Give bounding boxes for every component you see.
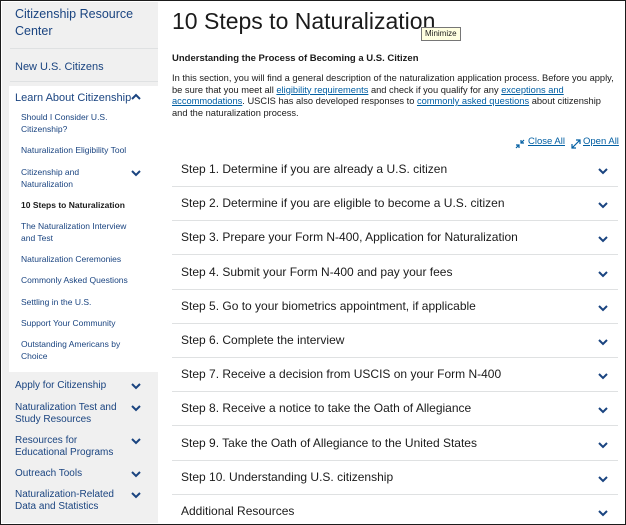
chevron-up-icon[interactable] xyxy=(130,92,142,102)
page-title: 10 Steps to Naturalization xyxy=(172,8,436,34)
sidebar-subitem-settling-in-us[interactable]: Settling in the U.S. xyxy=(21,297,129,309)
sidebar-item-test-study-resources[interactable]: Naturalization Test and Study Resources xyxy=(15,402,127,426)
accordion-item-label: Step 10. Understanding U.S. citizenship xyxy=(181,469,394,484)
sidebar-item-outreach-tools[interactable]: Outreach Tools xyxy=(15,468,127,480)
accordion-item-label: Additional Resources xyxy=(181,504,295,518)
chevron-down-icon[interactable] xyxy=(130,490,142,500)
accordion-item-8[interactable]: Step 8. Receive a notice to take the Oat… xyxy=(172,392,618,427)
accordion-item-label: Step 5. Go to your biometrics appointmen… xyxy=(181,298,476,313)
accordion-item-label: Step 1. Determine if you are already a U… xyxy=(181,162,448,176)
chevron-down-icon[interactable] xyxy=(597,368,609,380)
tooltip: Minimize xyxy=(421,27,461,41)
sidebar-subitem-interview-and-test[interactable]: The Naturalization Interview and Test xyxy=(21,221,129,244)
accordion-item-label: Step 2. Determine if you are eligible to… xyxy=(181,196,505,211)
chevron-down-icon[interactable] xyxy=(597,163,609,175)
browser-frame: Citizenship Resource Center New U.S. Cit… xyxy=(0,0,626,525)
chevron-down-icon[interactable] xyxy=(130,436,142,446)
accordion-item-label: Step 4. Submit your Form N-400 and pay y… xyxy=(181,264,453,279)
accordion-item-label: Step 9. Take the Oath of Allegiance to t… xyxy=(181,435,477,450)
chevron-down-icon[interactable] xyxy=(597,266,609,278)
chevron-down-icon[interactable] xyxy=(130,469,142,479)
intro-paragraph: In this section, you will find a general… xyxy=(172,73,618,119)
sidebar-item-new-citizens[interactable]: New U.S. Citizens xyxy=(15,60,104,74)
chevron-down-icon[interactable] xyxy=(130,168,142,178)
accordion-item-4[interactable]: Step 4. Submit your Form N-400 and pay y… xyxy=(172,256,618,290)
collapse-icon[interactable] xyxy=(515,136,525,149)
sidebar-title[interactable]: Citizenship Resource Center xyxy=(15,6,135,40)
sidebar-subitem-should-i-consider[interactable]: Should I Consider U.S. Citizenship? xyxy=(21,112,129,135)
section-subtitle: Understanding the Process of Becoming a … xyxy=(172,53,419,64)
accordion-item-2[interactable]: Step 2. Determine if you are eligible to… xyxy=(172,187,618,222)
sidebar-subitem-support-community[interactable]: Support Your Community xyxy=(21,318,129,330)
chevron-down-icon[interactable] xyxy=(130,403,142,413)
accordion-item-3[interactable]: Step 3. Prepare your Form N-400, Applica… xyxy=(172,221,618,256)
accordion-item-5[interactable]: Step 5. Go to your biometrics appointmen… xyxy=(172,290,618,324)
sidebar-item-educational-programs[interactable]: Resources for Educational Programs xyxy=(15,435,127,459)
sidebar-subitem-10-steps[interactable]: 10 Steps to Naturalization xyxy=(21,200,129,212)
accordion-item-11[interactable]: Additional Resources xyxy=(172,495,618,524)
sidebar-subitem-ceremonies[interactable]: Naturalization Ceremonies xyxy=(21,254,129,266)
eligibility-requirements-link[interactable]: eligibility requirements xyxy=(276,85,368,95)
sidebar-subitem-eligibility-tool[interactable]: Naturalization Eligibility Tool xyxy=(21,145,129,157)
close-all-button[interactable]: Close All xyxy=(528,136,565,148)
accordion-item-label: Step 3. Prepare your Form N-400, Applica… xyxy=(181,230,518,245)
sidebar-nav: Citizenship Resource Center New U.S. Cit… xyxy=(2,2,158,523)
divider xyxy=(10,48,158,49)
accordion-item-7[interactable]: Step 7. Receive a decision from USCIS on… xyxy=(172,358,618,393)
sidebar-item-data-statistics[interactable]: Naturalization-Related Data and Statisti… xyxy=(15,489,127,513)
accordion-item-6[interactable]: Step 6. Complete the interview xyxy=(172,324,618,358)
chevron-down-icon[interactable] xyxy=(597,402,609,414)
chevron-down-icon[interactable] xyxy=(597,334,609,346)
expand-icon[interactable] xyxy=(571,136,581,149)
sidebar-subitem-commonly-asked-questions[interactable]: Commonly Asked Questions xyxy=(21,275,129,287)
accordion-item-label: Step 7. Receive a decision from USCIS on… xyxy=(181,367,502,382)
chevron-down-icon[interactable] xyxy=(597,437,609,449)
sidebar-subitem-outstanding-americans[interactable]: Outstanding Americans by Choice xyxy=(21,339,129,362)
sidebar-subitem-citizenship-and-naturalization[interactable]: Citizenship and Naturalization xyxy=(21,167,129,190)
accordion-item-9[interactable]: Step 9. Take the Oath of Allegiance to t… xyxy=(172,427,618,461)
accordion-item-10[interactable]: Step 10. Understanding U.S. citizenship xyxy=(172,461,618,495)
open-all-button[interactable]: Open All xyxy=(583,136,619,148)
divider xyxy=(10,81,158,82)
accordion-item-label: Step 8. Receive a notice to take the Oat… xyxy=(181,401,472,416)
chevron-down-icon[interactable] xyxy=(597,300,609,312)
intro-text: and check if you qualify for any xyxy=(368,84,502,95)
chevron-down-icon[interactable] xyxy=(130,381,142,391)
accordion-item-1[interactable]: Step 1. Determine if you are already a U… xyxy=(172,153,618,187)
intro-text: . USCIS has also developed responses to xyxy=(242,96,417,107)
chevron-down-icon[interactable] xyxy=(597,505,609,517)
chevron-down-icon[interactable] xyxy=(597,231,609,243)
commonly-asked-questions-link[interactable]: commonly asked questions xyxy=(417,96,529,106)
sidebar-item-apply-for-citizenship[interactable]: Apply for Citizenship xyxy=(15,380,127,392)
chevron-down-icon[interactable] xyxy=(597,471,609,483)
chevron-down-icon[interactable] xyxy=(597,197,609,209)
sidebar-item-learn-about-citizenship[interactable]: Learn About Citizenship xyxy=(15,91,131,105)
accordion-item-label: Step 6. Complete the interview xyxy=(181,333,345,347)
